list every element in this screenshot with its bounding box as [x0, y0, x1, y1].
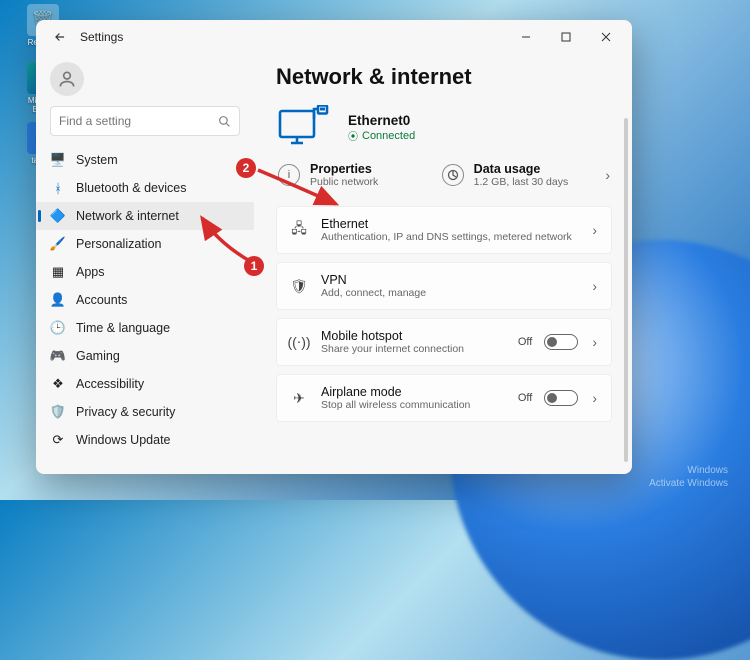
nav-icon: 🖌️: [50, 236, 66, 252]
nav-icon: 🎮: [50, 348, 66, 364]
nav-label: Network & internet: [76, 209, 179, 223]
sidebar: 🖥️ System ᚼ Bluetooth & devices 🔷 Network & i…: [36, 54, 254, 474]
chevron-right-icon: ›: [590, 390, 599, 406]
row-subtitle: Stop all wireless communication: [321, 399, 506, 411]
nav-list: 🖥️ System ᚼ Bluetooth & devices 🔷 Network & i…: [36, 146, 254, 454]
sidebar-item-windows-update[interactable]: ⟳ Windows Update: [36, 426, 254, 454]
nav-label: Accounts: [76, 293, 127, 307]
titlebar: Settings: [36, 20, 632, 54]
nav-icon: 👤: [50, 292, 66, 308]
main-content: Network & internet Ethernet0 ⦿ Connected: [254, 54, 632, 474]
annotation-badge-1: 1: [244, 256, 264, 276]
nav-icon: 🖥️: [50, 152, 66, 168]
nav-icon: 🔷: [50, 208, 66, 224]
connected-dot-icon: ⦿: [348, 128, 358, 143]
row-state: Off: [518, 392, 532, 404]
nav-label: Personalization: [76, 237, 161, 251]
nav-label: Accessibility: [76, 377, 144, 391]
data-usage-icon: [442, 164, 464, 186]
data-usage-title: Data usage: [474, 162, 569, 176]
annotation-badge-2: 2: [236, 158, 256, 178]
adapter-name: Ethernet0: [348, 113, 415, 128]
adapter-status: ⦿ Connected: [348, 128, 415, 143]
sidebar-item-accessibility[interactable]: ❖ Accessibility: [36, 370, 254, 398]
row-subtitle: Share your internet connection: [321, 343, 506, 355]
row-title: Airplane mode: [321, 385, 506, 399]
nav-label: Bluetooth & devices: [76, 181, 187, 195]
minimize-button[interactable]: [506, 23, 546, 51]
sidebar-item-bluetooth-devices[interactable]: ᚼ Bluetooth & devices: [36, 174, 254, 202]
toggle-switch[interactable]: [544, 390, 578, 406]
chevron-right-icon: ›: [590, 222, 599, 238]
sidebar-item-apps[interactable]: ▦ Apps: [36, 258, 254, 286]
settings-window: Settings 🖥️ System ᚼ Bluetooth & devices 🔷 Ne…: [36, 20, 632, 474]
annotation-arrow-1: [198, 212, 274, 262]
page-heading: Network & internet: [276, 64, 612, 90]
close-button[interactable]: [586, 23, 626, 51]
sidebar-item-accounts[interactable]: 👤 Accounts: [36, 286, 254, 314]
scrollbar[interactable]: [624, 118, 628, 462]
nav-label: Windows Update: [76, 433, 171, 447]
sidebar-item-gaming[interactable]: 🎮 Gaming: [36, 342, 254, 370]
row-subtitle: Authentication, IP and DNS settings, met…: [321, 231, 578, 243]
minimize-icon: [521, 32, 531, 42]
nav-icon: 🛡️: [50, 404, 66, 420]
setting-row-ethernet[interactable]: 🖧 EthernetAuthentication, IP and DNS sett…: [276, 206, 612, 254]
sidebar-item-system[interactable]: 🖥️ System: [36, 146, 254, 174]
row-icon: 🖧: [289, 220, 309, 240]
chevron-right-icon: ›: [590, 278, 599, 294]
chevron-right-icon: ›: [590, 334, 599, 350]
setting-row-airplane-mode[interactable]: ✈ Airplane modeStop all wireless communic…: [276, 374, 612, 422]
nav-icon: ▦: [50, 264, 66, 280]
nav-icon: 🕒: [50, 320, 66, 336]
annotation-arrow-2: [256, 166, 340, 210]
maximize-icon: [561, 32, 571, 42]
row-title: Mobile hotspot: [321, 329, 506, 343]
ethernet-monitor-icon: [276, 104, 332, 152]
arrow-left-icon: [53, 30, 67, 44]
adapter-card: Ethernet0 ⦿ Connected: [276, 104, 612, 152]
close-icon: [601, 32, 611, 42]
maximize-button[interactable]: [546, 23, 586, 51]
data-usage-button[interactable]: Data usage 1.2 GB, last 30 days: [440, 158, 600, 192]
nav-label: Privacy & security: [76, 405, 175, 419]
back-button[interactable]: [46, 23, 74, 51]
nav-label: Gaming: [76, 349, 120, 363]
nav-label: Time & language: [76, 321, 170, 335]
user-icon: [57, 69, 77, 89]
toggle-switch[interactable]: [544, 334, 578, 350]
sidebar-item-time-language[interactable]: 🕒 Time & language: [36, 314, 254, 342]
row-icon: ✈: [289, 388, 309, 408]
window-title: Settings: [80, 30, 123, 44]
user-avatar[interactable]: [50, 62, 84, 96]
setting-row-vpn[interactable]: 🛡 VPNAdd, connect, manage ›: [276, 262, 612, 310]
nav-icon: ❖: [50, 376, 66, 392]
search-input[interactable]: [59, 114, 218, 128]
setting-row-mobile-hotspot[interactable]: ((⋅)) Mobile hotspotShare your internet c…: [276, 318, 612, 366]
nav-icon: ᚼ: [50, 180, 66, 196]
nav-label: System: [76, 153, 118, 167]
row-title: VPN: [321, 273, 578, 287]
row-icon: ((⋅)): [289, 332, 309, 352]
search-icon: [218, 115, 231, 128]
search-box[interactable]: [50, 106, 240, 136]
nav-icon: ⟳: [50, 432, 66, 448]
row-state: Off: [518, 336, 532, 348]
row-subtitle: Add, connect, manage: [321, 287, 578, 299]
chevron-right-icon[interactable]: ›: [603, 167, 612, 183]
row-title: Ethernet: [321, 217, 578, 231]
data-usage-sub: 1.2 GB, last 30 days: [474, 176, 569, 188]
activation-watermark: Windows Activate Windows: [649, 464, 728, 490]
nav-label: Apps: [76, 265, 105, 279]
sidebar-item-privacy-security[interactable]: 🛡️ Privacy & security: [36, 398, 254, 426]
row-icon: 🛡: [289, 276, 309, 296]
